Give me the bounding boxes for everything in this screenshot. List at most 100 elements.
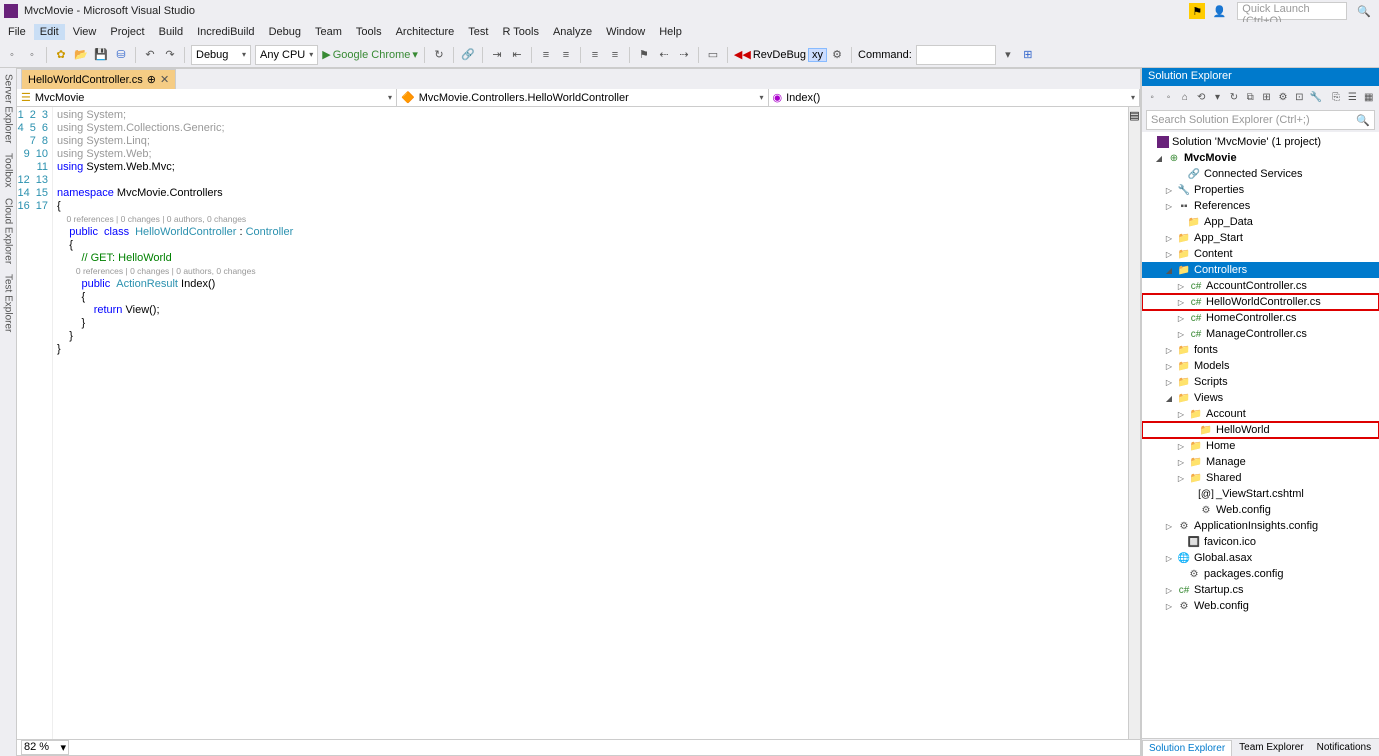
test-explorer-tab[interactable]: Test Explorer <box>3 274 14 332</box>
fwd-icon[interactable]: ◦ <box>1162 90 1174 104</box>
home-icon[interactable]: ⌂ <box>1179 90 1191 104</box>
menu-architecture[interactable]: Architecture <box>390 24 461 40</box>
back-icon[interactable]: ◦ <box>1146 90 1158 104</box>
search-icon[interactable]: 🔍 <box>1353 5 1375 18</box>
helloworld-view-folder[interactable]: 📁HelloWorld <box>1142 422 1379 438</box>
cloud-explorer-tab[interactable]: Cloud Explorer <box>3 198 14 264</box>
menu-team[interactable]: Team <box>309 24 348 40</box>
menu-project[interactable]: Project <box>104 24 150 40</box>
wrench-icon[interactable]: 🔧 <box>1309 90 1321 104</box>
open-file-icon[interactable]: 📂 <box>73 47 89 63</box>
tree-item[interactable]: ▷⚙Web.config <box>1142 598 1379 614</box>
toggle-icon[interactable]: ▭ <box>705 47 721 63</box>
menu-tools[interactable]: Tools <box>350 24 388 40</box>
menu-analyze[interactable]: Analyze <box>547 24 598 40</box>
tree-item[interactable]: ▷c#HomeController.cs <box>1142 310 1379 326</box>
command-input[interactable] <box>916 45 996 65</box>
menu-edit[interactable]: Edit <box>34 24 65 40</box>
solution-node[interactable]: Solution 'MvcMovie' (1 project) <box>1142 134 1379 150</box>
tree-item[interactable]: ▷📁fonts <box>1142 342 1379 358</box>
tree-item[interactable]: ▷⚙ApplicationInsights.config <box>1142 518 1379 534</box>
refresh-icon[interactable]: ↻ <box>431 47 447 63</box>
tree-item[interactable]: ▷📁App_Start <box>1142 230 1379 246</box>
nav-back-icon[interactable]: ◦ <box>4 47 20 63</box>
step-icon[interactable]: ⇤ <box>509 47 525 63</box>
platform-combo[interactable]: Any CPU <box>255 45 318 65</box>
tree-item[interactable]: ▷▪▪References <box>1142 198 1379 214</box>
prev-bookmark-icon[interactable]: ⇠ <box>656 47 672 63</box>
nav-fwd-icon[interactable]: ◦ <box>24 47 40 63</box>
type-combo[interactable]: 🔶MvcMovie.Controllers.HelloWorldControll… <box>397 89 769 106</box>
step-icon[interactable]: ⇥ <box>489 47 505 63</box>
code-text[interactable]: using System; using System.Collections.G… <box>53 107 1128 739</box>
pin-icon[interactable]: ⊕ <box>147 73 156 86</box>
browse-icon[interactable]: 🔗 <box>460 47 476 63</box>
properties-icon[interactable]: ⚙ <box>1277 90 1289 104</box>
tree-item[interactable]: ▷📁Home <box>1142 438 1379 454</box>
tree-item[interactable]: ▷📁Account <box>1142 406 1379 422</box>
menu-rtools[interactable]: R Tools <box>496 24 544 40</box>
pending-icon[interactable]: ▾ <box>1211 90 1223 104</box>
menu-test[interactable]: Test <box>462 24 494 40</box>
solution-search-input[interactable]: Search Solution Explorer (Ctrl+;)🔍 <box>1146 110 1375 130</box>
class-view-icon[interactable]: ▦ <box>1363 90 1375 104</box>
preview-icon[interactable]: ⊡ <box>1293 90 1305 104</box>
bookmark-icon[interactable]: ⚑ <box>636 47 652 63</box>
tree-item[interactable]: ⚙Web.config <box>1142 502 1379 518</box>
menu-view[interactable]: View <box>67 24 103 40</box>
rewind-icon[interactable]: ◀◀ <box>734 48 751 61</box>
tree-item[interactable]: ▷🔧Properties <box>1142 182 1379 198</box>
notification-flag-icon[interactable]: ⚑ <box>1189 3 1205 19</box>
save-icon[interactable]: 💾 <box>93 47 109 63</box>
tree-item[interactable]: ▷c#ManageController.cs <box>1142 326 1379 342</box>
document-tab[interactable]: HelloWorldController.cs ⊕ ✕ <box>21 69 176 89</box>
save-all-icon[interactable]: ⛁ <box>113 47 129 63</box>
new-project-icon[interactable]: ✿ <box>53 47 69 63</box>
revdebug-label[interactable]: RevDeBug <box>753 49 806 61</box>
server-explorer-tab[interactable]: Server Explorer <box>3 74 14 143</box>
outdent-icon[interactable]: ≡ <box>558 47 574 63</box>
menu-window[interactable]: Window <box>600 24 651 40</box>
footer-tab-solution[interactable]: Solution Explorer <box>1142 740 1232 756</box>
menu-debug[interactable]: Debug <box>263 24 307 40</box>
tree-item[interactable]: 🔲favicon.ico <box>1142 534 1379 550</box>
tree-item[interactable]: [@]_ViewStart.cshtml <box>1142 486 1379 502</box>
gear-icon[interactable]: ⚙ <box>829 47 845 63</box>
collapse-icon[interactable]: ⧉ <box>1244 90 1256 104</box>
xy-badge[interactable]: xy <box>808 48 827 62</box>
view-code-icon[interactable]: ⎘ <box>1330 90 1342 104</box>
tree-item[interactable]: ▷c#Startup.cs <box>1142 582 1379 598</box>
tree-item[interactable]: ▷📁Manage <box>1142 454 1379 470</box>
tree-item[interactable]: ▷c#AccountController.cs <box>1142 278 1379 294</box>
menu-build[interactable]: Build <box>153 24 189 40</box>
tree-item[interactable]: 🔗Connected Services <box>1142 166 1379 182</box>
uncomment-icon[interactable]: ≡ <box>607 47 623 63</box>
tree-item[interactable]: ▷📁Content <box>1142 246 1379 262</box>
close-icon[interactable]: ✕ <box>160 73 169 86</box>
scope-combo[interactable]: ☰MvcMovie <box>17 89 397 106</box>
command-go-icon[interactable]: ▾ <box>1000 47 1016 63</box>
start-button[interactable]: ▶ Google Chrome ▾ <box>322 48 418 61</box>
solution-tree[interactable]: Solution 'MvcMovie' (1 project) ◢⊕MvcMov… <box>1142 132 1379 738</box>
quick-launch-input[interactable]: Quick Launch (Ctrl+Q) <box>1237 2 1347 20</box>
split-icon[interactable]: ▤ <box>1128 107 1140 739</box>
account-icon[interactable]: 👤 <box>1211 3 1227 19</box>
footer-tab-team[interactable]: Team Explorer <box>1233 740 1309 755</box>
tree-item[interactable]: ⚙packages.config <box>1142 566 1379 582</box>
menu-file[interactable]: File <box>2 24 32 40</box>
menu-help[interactable]: Help <box>653 24 688 40</box>
tree-item[interactable]: ▷📁Scripts <box>1142 374 1379 390</box>
project-node[interactable]: ◢⊕MvcMovie <box>1142 150 1379 166</box>
tree-item[interactable]: ▷🌐Global.asax <box>1142 550 1379 566</box>
code-editor[interactable]: 1 2 3 4 5 6 7 8 9 10 11 12 13 14 15 16 1… <box>17 107 1140 739</box>
tree-item[interactable]: ▷📁Models <box>1142 358 1379 374</box>
helloworld-controller-file[interactable]: ▷c#HelloWorldController.cs <box>1142 294 1379 310</box>
views-folder[interactable]: ◢📁Views <box>1142 390 1379 406</box>
overflow-icon[interactable]: ⊞ <box>1020 47 1036 63</box>
show-all-icon[interactable]: ⊞ <box>1260 90 1272 104</box>
redo-icon[interactable]: ↷ <box>162 47 178 63</box>
controllers-folder[interactable]: ◢📁Controllers <box>1142 262 1379 278</box>
indent-icon[interactable]: ≡ <box>538 47 554 63</box>
next-bookmark-icon[interactable]: ⇢ <box>676 47 692 63</box>
tree-item[interactable]: ▷📁Shared <box>1142 470 1379 486</box>
